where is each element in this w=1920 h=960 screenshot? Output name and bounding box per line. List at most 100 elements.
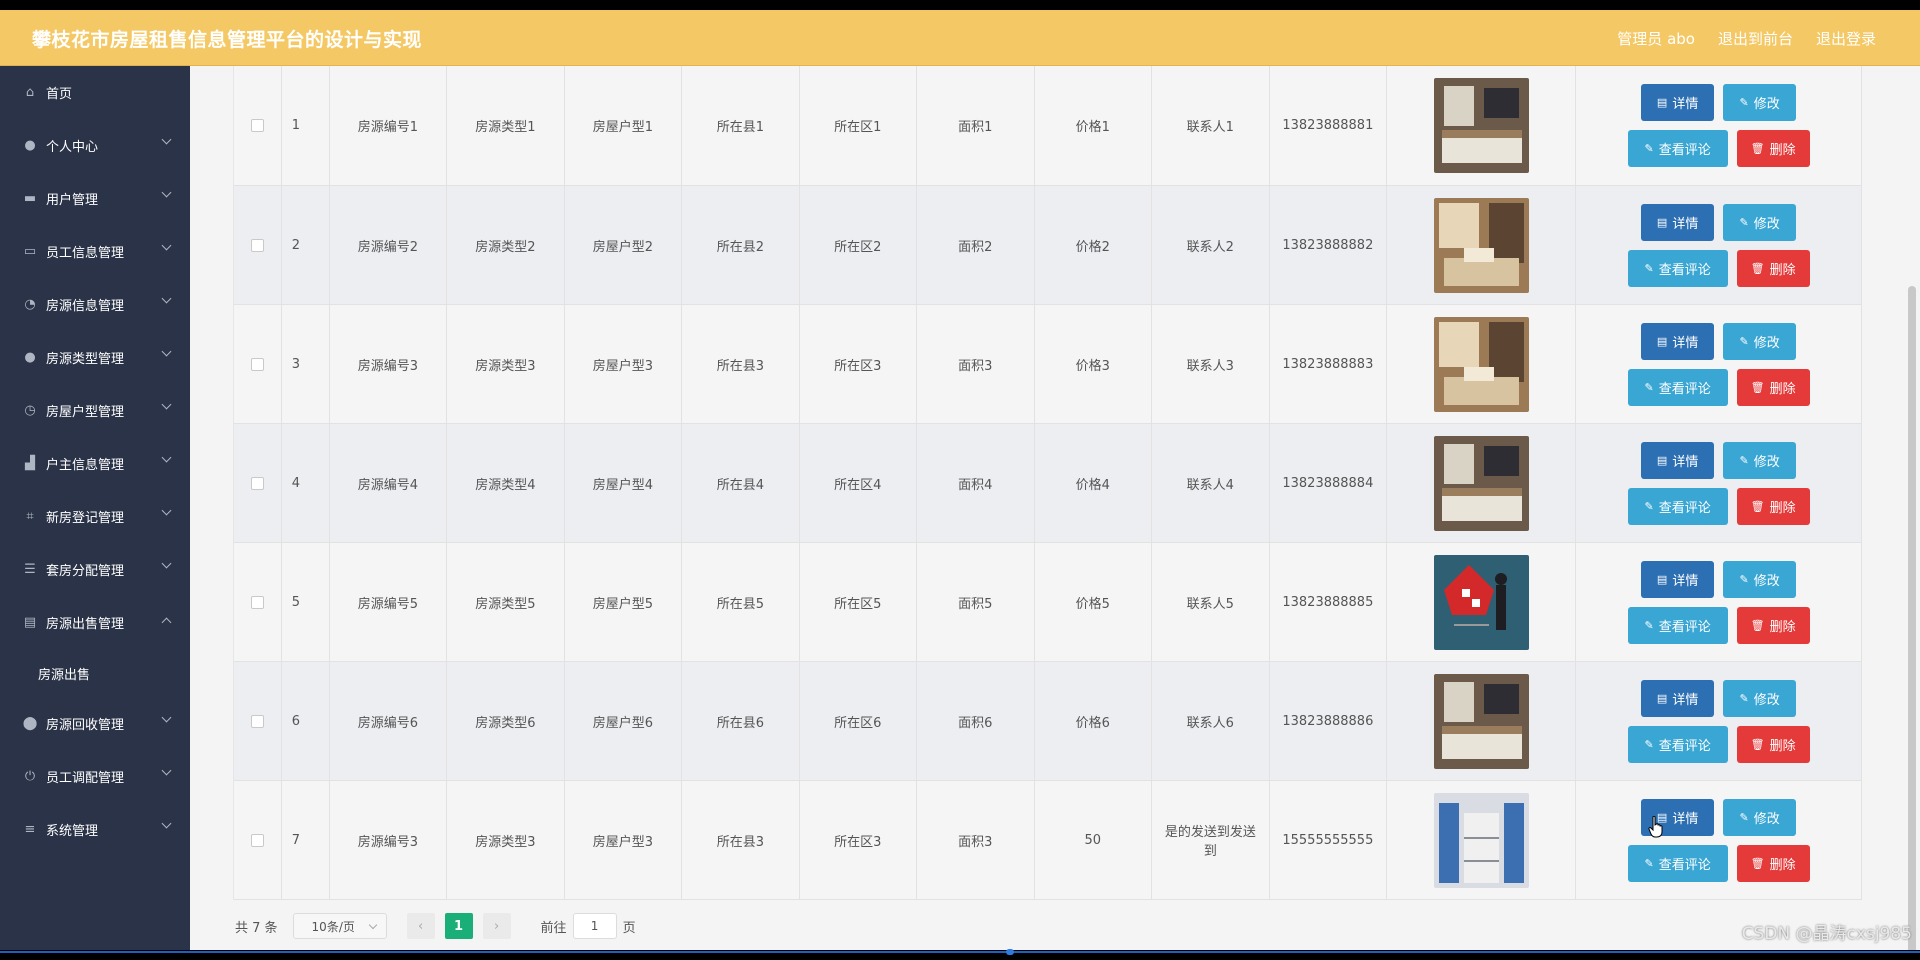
goto-page-input[interactable] (572, 913, 617, 939)
pencil-icon: ✎ (1739, 453, 1749, 467)
delete-label: 删除 (1769, 857, 1796, 873)
scrollbar-thumb[interactable] (1908, 286, 1916, 950)
edit-button[interactable]: ✎ 修改 (1723, 560, 1797, 598)
view-review-button[interactable]: ✎ 查看评论 (1627, 606, 1728, 644)
trash-icon: 🗑 (1750, 380, 1765, 394)
delete-button[interactable]: 🗑 删除 (1736, 725, 1810, 763)
delete-button[interactable]: 🗑 删除 (1736, 606, 1810, 644)
detail-label: 详情 (1672, 216, 1699, 232)
table-row: 3 房源编号3 房源类型3 房屋户型3 所在县3 所在区3 面积3 价格3 联系人3 138238… (234, 305, 1863, 424)
sidebar-item-4[interactable]: ◔ 房源信息管理 (0, 278, 190, 331)
sidebar-item-9[interactable]: ☰ 套房分配管理 (0, 543, 190, 596)
csdn-watermark: CSDN @晶涛cxsj985 (1741, 924, 1912, 944)
view-review-button[interactable]: ✎ 查看评论 (1627, 844, 1728, 882)
detail-button[interactable]: ▤ 详情 (1641, 560, 1715, 598)
detail-button[interactable]: ▤ 详情 (1641, 84, 1715, 121)
vertical-scrollbar[interactable] (1908, 126, 1916, 950)
review-label: 查看评论 (1658, 738, 1711, 754)
edit-button[interactable]: ✎ 修改 (1723, 203, 1797, 241)
row-checkbox[interactable] (250, 357, 264, 371)
delete-button[interactable]: 🗑 删除 (1736, 130, 1810, 167)
house-type: 房源类型3 (447, 305, 565, 423)
page-number-current[interactable]: 1 (444, 913, 473, 939)
sidebar-item-6[interactable]: ◷ 房屋户型管理 (0, 384, 190, 437)
delete-button[interactable]: 🗑 删除 (1736, 487, 1810, 525)
phone: 13823888882 (1270, 186, 1388, 304)
row-checkbox-cell (234, 424, 282, 542)
sidebar-item-3[interactable]: ▭ 员工信息管理 (0, 225, 190, 278)
detail-button[interactable]: ▤ 详情 (1641, 679, 1715, 717)
exit-to-front-link[interactable]: 退出到前台 (1718, 28, 1793, 49)
area: 面积3 (917, 781, 1035, 899)
sidebar-item-11[interactable]: ⬤ 房源回收管理 (0, 697, 190, 750)
delete-button[interactable]: 🗑 删除 (1736, 249, 1810, 287)
phone: 13823888885 (1270, 543, 1388, 661)
sidebar-item-13[interactable]: ≡ 系统管理 (0, 803, 190, 856)
house-image-cell (1387, 186, 1577, 304)
user-icon: ● (24, 350, 36, 365)
row-checkbox[interactable] (250, 595, 264, 609)
sidebar-item-label: 房源信息管理 (46, 299, 125, 314)
row-checkbox[interactable] (250, 833, 264, 847)
bedroom-photo (1433, 435, 1529, 531)
home-icon: ⌂ (25, 85, 35, 100)
delete-button[interactable]: 🗑 删除 (1736, 368, 1810, 406)
admin-user-link[interactable]: 管理员 abo (1617, 28, 1695, 49)
edit-button[interactable]: ✎ 修改 (1723, 679, 1797, 717)
app-window: 攀枝花市房屋租售信息管理平台的设计与实现 管理员 abo 退出到前台 退出登录 … (0, 10, 1920, 950)
view-review-button[interactable]: ✎ 查看评论 (1627, 368, 1728, 406)
edit-button[interactable]: ✎ 修改 (1723, 322, 1797, 360)
pencil-icon: ✎ (1739, 96, 1749, 109)
edit-button[interactable]: ✎ 修改 (1723, 84, 1797, 121)
printer-icon: ▤ (23, 615, 37, 630)
review-label: 查看评论 (1658, 262, 1711, 278)
phone: 13823888883 (1270, 305, 1388, 423)
county: 所在县3 (682, 305, 800, 423)
total-count: 共 7 条 (235, 920, 278, 936)
delete-button[interactable]: 🗑 删除 (1736, 844, 1810, 882)
county: 所在县4 (682, 424, 800, 542)
red-house-cart-photo (1433, 554, 1529, 650)
house-image-cell (1387, 662, 1577, 780)
view-review-button[interactable]: ✎ 查看评论 (1627, 130, 1728, 167)
view-review-button[interactable]: ✎ 查看评论 (1627, 725, 1728, 763)
sidebar-item-label: 员工调配管理 (46, 771, 125, 786)
view-review-button[interactable]: ✎ 查看评论 (1627, 249, 1728, 287)
prev-page-button[interactable]: ‹ (406, 913, 435, 939)
row-checkbox[interactable] (250, 714, 264, 728)
sidebar-item-8[interactable]: ⌗ 新房登记管理 (0, 490, 190, 543)
sidebar-item-0[interactable]: ⌂ 首页 (0, 66, 190, 119)
detail-button[interactable]: ▤ 详情 (1641, 441, 1715, 479)
chevron-down-icon (161, 134, 172, 145)
sidebar-item-5[interactable]: ● 房源类型管理 (0, 331, 190, 384)
edit-button[interactable]: ✎ 修改 (1723, 798, 1797, 836)
price: 价格6 (1035, 662, 1153, 780)
crop-icon: ⌗ (26, 509, 34, 524)
document-icon: ▤ (1656, 215, 1668, 229)
logout-link[interactable]: 退出登录 (1816, 28, 1876, 49)
row-checkbox[interactable] (250, 238, 264, 252)
sidebar-item-label: 员工信息管理 (46, 246, 125, 261)
sidebar-item-2[interactable]: ▬ 用户管理 (0, 172, 190, 225)
sidebar-subitem-house-sale[interactable]: 房源出售 (0, 649, 190, 697)
sidebar-item-10[interactable]: ▤ 房源出售管理 (0, 596, 190, 649)
detail-button[interactable]: ▤ 详情 (1641, 322, 1715, 360)
row-checkbox[interactable] (250, 476, 264, 490)
view-review-button[interactable]: ✎ 查看评论 (1627, 487, 1728, 525)
sidebar-item-label: 房屋户型管理 (46, 405, 125, 420)
county: 所在县1 (682, 66, 800, 185)
location-icon: ⬤ (22, 716, 38, 731)
sidebar-item-label: 户主信息管理 (46, 458, 125, 473)
sidebar-item-12[interactable]: ⏻ 员工调配管理 (0, 750, 190, 803)
sidebar-item-1[interactable]: ● 个人中心 (0, 119, 190, 172)
edit-button[interactable]: ✎ 修改 (1723, 441, 1797, 479)
row-checkbox[interactable] (250, 119, 264, 132)
detail-button[interactable]: ▤ 详情 (1641, 203, 1715, 241)
chevron-up-icon (161, 617, 172, 628)
district: 所在区6 (800, 662, 918, 780)
edit-label: 修改 (1753, 692, 1780, 708)
next-page-button[interactable]: › (482, 913, 511, 939)
page-size-select[interactable]: 10条/页 (292, 913, 387, 939)
progress-handle[interactable] (1006, 949, 1014, 955)
sidebar-item-7[interactable]: ▟ 户主信息管理 (0, 437, 190, 490)
